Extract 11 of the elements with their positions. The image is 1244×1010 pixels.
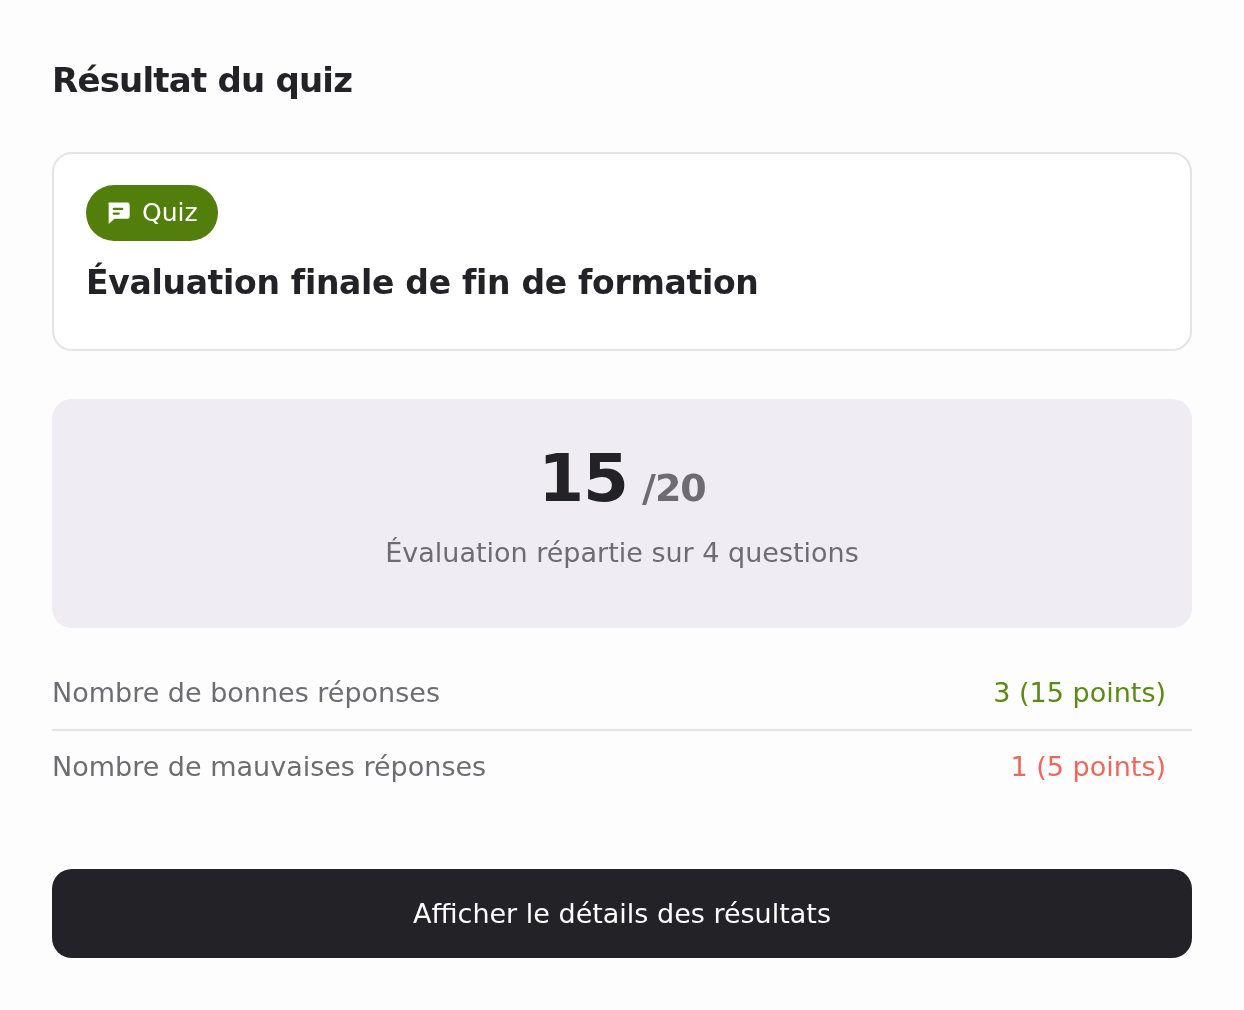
stat-label: Nombre de mauvaises réponses — [52, 750, 487, 784]
stat-value: 3 (15 points) — [993, 676, 1166, 710]
score-caption: Évaluation répartie sur 4 questions — [385, 536, 859, 570]
details-button[interactable]: Afficher le détails des résultats — [52, 869, 1192, 958]
badge-label: Quiz — [142, 198, 198, 228]
quiz-title: Évaluation finale de fin de formation — [86, 261, 759, 304]
score-value: 15 — [538, 439, 629, 519]
score-total: /20 — [642, 465, 706, 512]
stat-label: Nombre de bonnes réponses — [52, 676, 440, 710]
page-title: Résultat du quiz — [52, 59, 353, 102]
stat-value: 1 (5 points) — [1010, 750, 1166, 784]
